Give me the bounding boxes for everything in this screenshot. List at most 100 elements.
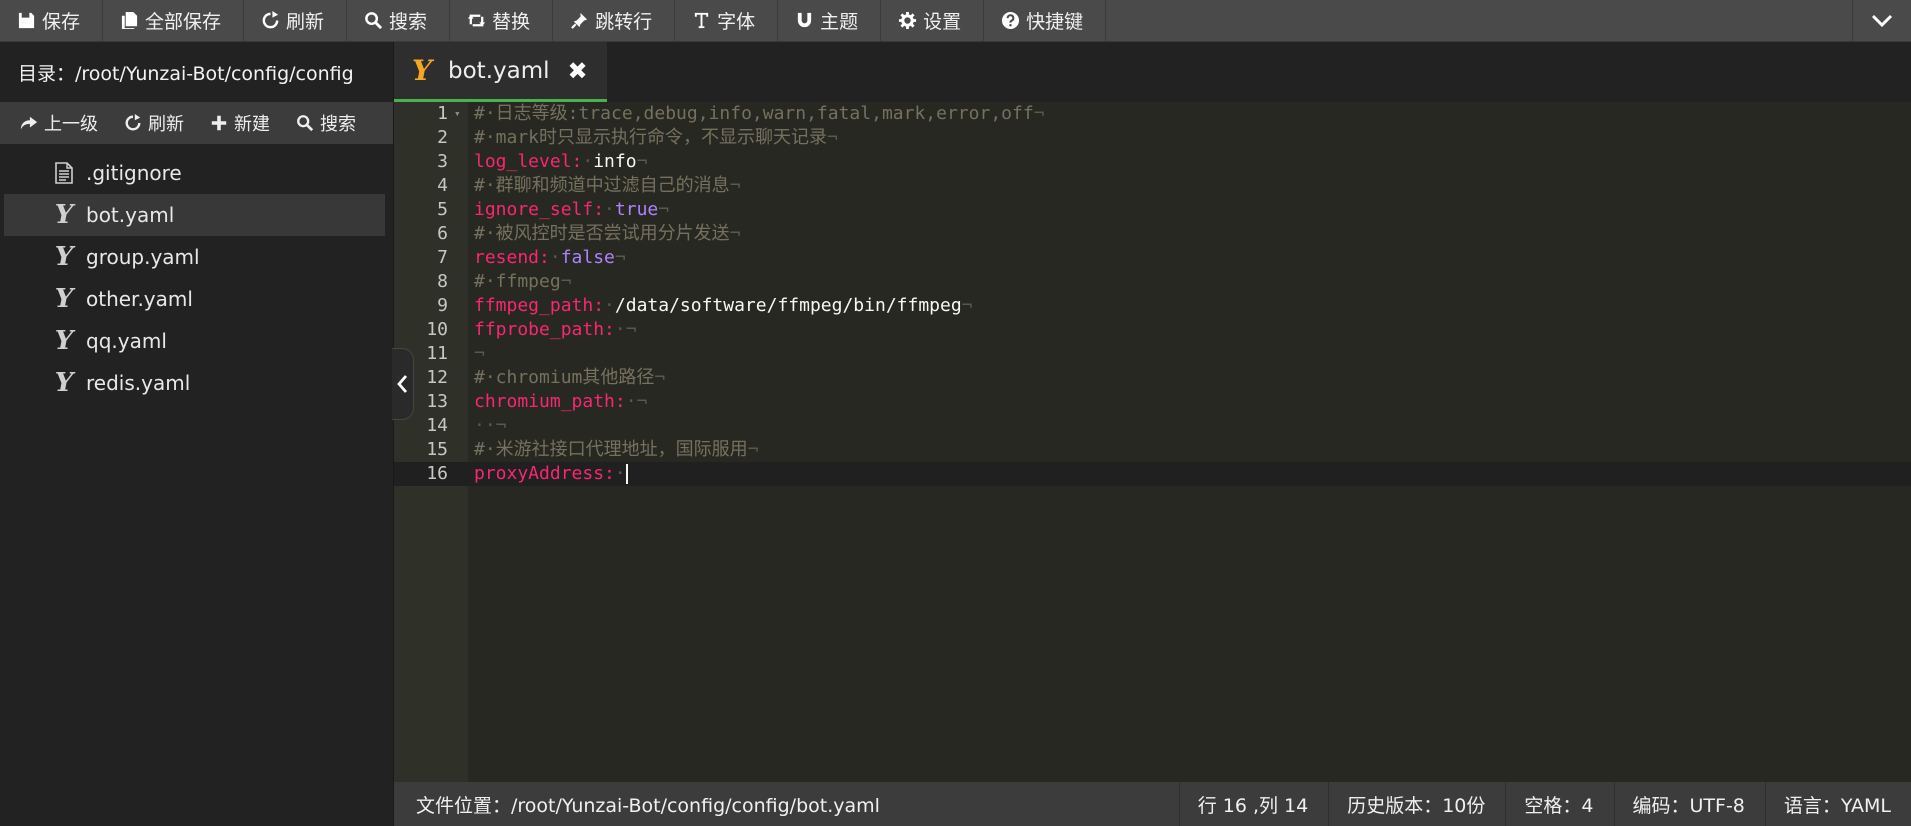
- line-number: 7: [394, 246, 468, 270]
- code-token: false: [560, 247, 615, 268]
- file-item-gitignore[interactable]: .gitignore: [4, 152, 385, 194]
- toolbar-expand-button[interactable]: [1852, 0, 1911, 41]
- settings-button[interactable]: 设置: [881, 0, 985, 41]
- status-indent[interactable]: 空格：4: [1505, 782, 1613, 826]
- save-button[interactable]: 保存: [0, 0, 104, 41]
- code-line[interactable]: ffmpeg_path:·/data/software/ffmpeg/bin/f…: [468, 294, 1911, 318]
- sidebar-collapse-handle[interactable]: [392, 348, 414, 420]
- code-token: ·: [549, 247, 561, 268]
- code-line[interactable]: proxyAddress:·: [468, 462, 1911, 486]
- new-file-label: 新建: [234, 114, 270, 135]
- status-language[interactable]: 语言：YAML: [1764, 782, 1911, 826]
- status-cursor-position[interactable]: 行 16 ,列 14: [1178, 782, 1329, 826]
- tab-bot-yaml[interactable]: Y bot.yaml ✖: [394, 42, 607, 102]
- code-token: ¬: [654, 367, 666, 388]
- search-button[interactable]: 搜索: [347, 0, 451, 41]
- shortcuts-button[interactable]: 快捷键: [984, 0, 1107, 41]
- file-item-group-yaml[interactable]: Y group.yaml: [4, 236, 385, 278]
- code-token: #·chromium其他路径: [474, 367, 655, 388]
- code-token: ffprobe_path:: [474, 319, 615, 340]
- editor-app: 保存 全部保存 刷新 搜索 替换 跳转行 字体 主题 设置 快捷键 目录：/ro…: [0, 0, 1911, 826]
- code-editor[interactable]: 1 ▾ 2 3 4 5 6 7 8 9 10 11 12 13 14 15 16 #·日志等级:trace,de…: [394, 102, 1911, 782]
- line-number-text: 3: [437, 151, 448, 172]
- code-token: resend:: [474, 247, 550, 268]
- file-list: .gitignore Y bot.yaml Y group.yaml Y oth…: [0, 144, 393, 404]
- code-token: #·被风控时是否尝试用分片发送: [474, 223, 730, 244]
- parent-dir-label: 上一级: [44, 114, 98, 135]
- code-token: ¬: [1033, 103, 1045, 124]
- line-number-text: 6: [437, 223, 448, 244]
- code-line[interactable]: log_level:·info¬: [468, 150, 1911, 174]
- parent-dir-button[interactable]: 上一级: [20, 110, 98, 136]
- code-line[interactable]: #·群聊和频道中过滤自己的消息¬: [468, 174, 1911, 198]
- code-token: ¬: [827, 127, 838, 148]
- file-name: group.yaml: [86, 245, 200, 269]
- code-token: ¬: [474, 343, 485, 364]
- text-icon: [691, 11, 711, 31]
- magnet-icon: [794, 11, 814, 31]
- line-number: 9: [394, 294, 468, 318]
- line-number-text: 9: [437, 295, 448, 316]
- font-label: 字体: [717, 11, 756, 33]
- code-token: ¬: [560, 271, 572, 292]
- code-token: ·: [582, 151, 594, 172]
- status-encoding[interactable]: 编码：UTF-8: [1613, 782, 1765, 826]
- settings-label: 设置: [923, 11, 962, 33]
- chevron-down-icon: [1871, 14, 1893, 27]
- editor-tabs: Y bot.yaml ✖: [394, 42, 1911, 102]
- code-token: true: [614, 199, 659, 220]
- sidebar-refresh-button[interactable]: 刷新: [124, 110, 184, 136]
- code-line[interactable]: #·chromium其他路径¬: [468, 366, 1911, 390]
- file-item-redis-yaml[interactable]: Y redis.yaml: [4, 362, 385, 404]
- line-number-text: 7: [437, 247, 448, 268]
- line-number: 8: [394, 270, 468, 294]
- refresh-label: 刷新: [286, 11, 325, 33]
- code-token: info: [593, 151, 637, 172]
- code-line[interactable]: ffprobe_path:·¬: [468, 318, 1911, 342]
- fold-icon[interactable]: ▾: [454, 102, 461, 126]
- yaml-file-icon: Y: [54, 200, 74, 230]
- sidebar-search-button[interactable]: 搜索: [296, 110, 356, 136]
- search-label: 搜索: [389, 11, 428, 33]
- file-name: other.yaml: [86, 287, 193, 311]
- yaml-file-icon: Y: [412, 54, 432, 87]
- goto-line-button[interactable]: 跳转行: [553, 0, 676, 41]
- gear-icon: [897, 11, 917, 31]
- file-item-other-yaml[interactable]: Y other.yaml: [4, 278, 385, 320]
- code-line[interactable]: ··¬: [468, 414, 1911, 438]
- refresh-button[interactable]: 刷新: [244, 0, 348, 41]
- code-token: ignore_self:: [474, 199, 605, 220]
- code-token: chromium_path:: [474, 391, 626, 412]
- code-line[interactable]: ¬: [468, 342, 1911, 366]
- code-line[interactable]: resend:·false¬: [468, 246, 1911, 270]
- line-number: 3: [394, 150, 468, 174]
- close-tab-icon[interactable]: ✖: [568, 57, 588, 85]
- save-all-button[interactable]: 全部保存: [103, 0, 245, 41]
- font-button[interactable]: 字体: [675, 0, 779, 41]
- sidebar-refresh-label: 刷新: [148, 114, 184, 135]
- code-line[interactable]: ignore_self:·true¬: [468, 198, 1911, 222]
- code-line[interactable]: #·mark时只显示执行命令，不显示聊天记录¬: [468, 126, 1911, 150]
- code-line[interactable]: #·ffmpeg¬: [468, 270, 1911, 294]
- text-cursor: [625, 464, 628, 484]
- theme-label: 主题: [820, 11, 859, 33]
- code-token: log_level:: [474, 151, 583, 172]
- line-number-text: 5: [437, 199, 448, 220]
- code-line[interactable]: #·米游社接口代理地址，国际服用¬: [468, 438, 1911, 462]
- code-line[interactable]: #·日志等级:trace,debug,info,warn,fatal,mark,…: [468, 102, 1911, 126]
- directory-path: 目录：/root/Yunzai-Bot/config/config: [0, 42, 393, 102]
- code-token: ¬: [961, 295, 973, 316]
- status-history[interactable]: 历史版本：10份: [1328, 782, 1505, 826]
- yaml-file-icon: Y: [54, 242, 74, 272]
- code-area[interactable]: #·日志等级:trace,debug,info,warn,fatal,mark,…: [468, 102, 1911, 782]
- replace-button[interactable]: 替换: [450, 0, 554, 41]
- new-file-button[interactable]: 新建: [210, 110, 270, 136]
- file-item-bot-yaml[interactable]: Y bot.yaml: [4, 194, 385, 236]
- code-token: ··¬: [474, 415, 507, 436]
- code-line[interactable]: chromium_path:·¬: [468, 390, 1911, 414]
- code-line[interactable]: #·被风控时是否尝试用分片发送¬: [468, 222, 1911, 246]
- tab-label: bot.yaml: [448, 57, 550, 84]
- theme-button[interactable]: 主题: [778, 0, 882, 41]
- file-item-qq-yaml[interactable]: Y qq.yaml: [4, 320, 385, 362]
- line-gutter: 1 ▾ 2 3 4 5 6 7 8 9 10 11 12 13 14 15 16: [394, 102, 468, 782]
